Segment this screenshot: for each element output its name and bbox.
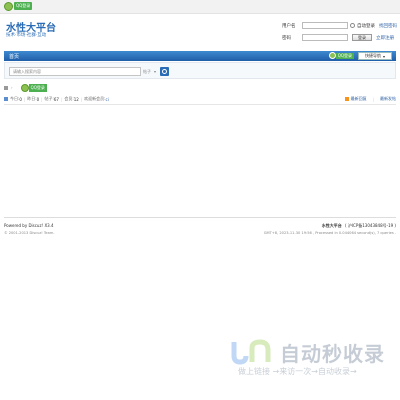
stat-members-label: 会员: [64, 96, 74, 101]
watermark-title: 自动秒收录 [280, 342, 385, 366]
copyright: © 2001-2013 Discuz! Team. [4, 231, 55, 235]
breadcrumb-qq-login-button[interactable]: QQ登录 [20, 83, 47, 92]
chart-icon [4, 97, 8, 101]
site-subtitle: 技术·市场·社群·互动 [6, 33, 47, 38]
top-bar: QQ登录 [0, 0, 400, 14]
search-placeholder: 请输入搜索内容 [13, 68, 41, 74]
latest-post-link[interactable]: 最新发帖 [380, 96, 396, 102]
footer-divider [4, 217, 396, 218]
nav-home[interactable]: 首页 [9, 53, 19, 60]
remember-checkbox[interactable] [350, 23, 355, 28]
qq-icon [20, 83, 29, 92]
username-label: 用户名 [282, 23, 296, 29]
qq-icon [328, 52, 336, 59]
password-label: 密码 [282, 35, 291, 41]
search-type-select[interactable]: 帖子 ▾ [143, 67, 161, 76]
remember-label: 自动登录 [357, 23, 375, 29]
login-form: 用户名 自动登录 找回密码 密码 登录 立即注册 [282, 21, 397, 45]
search-type-label: 帖子 [143, 68, 151, 74]
login-button[interactable]: 登录 [352, 34, 372, 41]
icp-link[interactable]: ( 沪ICP备13043848号-19 ) [345, 223, 396, 228]
main-nav: 首页 QQ登录 快捷导航 ▾ [4, 51, 396, 61]
stat-yesterday-value: 0 [36, 96, 40, 102]
stat-today-value: 0 [19, 96, 22, 102]
qq-icon [4, 1, 13, 11]
stat-newest-member-link[interactable]: ci [106, 97, 109, 102]
latest-reply-link[interactable]: 最新回复 [351, 96, 367, 102]
stat-posts-value: 67 [53, 96, 59, 102]
search-input[interactable]: 请输入搜索内容 [9, 67, 141, 76]
breadcrumb-qq-label: QQ登录 [28, 83, 47, 92]
forum-stats: 今日: 0 | 昨日: 0 | 帖子: 67 | 会员: 12 | 欢迎新会员:… [4, 95, 396, 103]
qq-login-label: QQ登录 [14, 2, 33, 10]
password-input[interactable] [302, 34, 348, 41]
footer-site-info: 水性大平台 ( 沪ICP备13043848号-19 ) [322, 223, 396, 229]
stat-yesterday-label: 昨日: [27, 96, 37, 101]
stat-today-label: 今日: [10, 96, 20, 101]
breadcrumb: › QQ登录 [4, 83, 47, 92]
search-button[interactable] [160, 67, 169, 76]
breadcrumb-separator: › [11, 85, 13, 90]
watermark-slogan: 做上链接 →来访一次→自动收录→ [238, 367, 357, 376]
stats-links: 最新回复 | 最新发帖 [344, 95, 396, 103]
quick-nav-label: 快捷导航 [364, 53, 381, 58]
chevron-down-icon: ▾ [154, 69, 157, 74]
login-row-username: 用户名 自动登录 找回密码 [282, 21, 397, 30]
footer-gmt: GMT+8, 2023-11-30 19:56 , Processed in 0… [263, 231, 396, 235]
nav-qq-login-button[interactable]: QQ登录 [328, 52, 354, 59]
quick-nav-button[interactable]: 快捷导航 ▾ [358, 52, 392, 60]
stat-posts-label: 帖子: [44, 96, 54, 101]
powered-by[interactable]: Powered by Discuz! X3.4 [4, 223, 54, 228]
register-link[interactable]: 立即注册 [376, 35, 394, 41]
username-input[interactable] [302, 22, 348, 29]
stat-newest-label: 欢迎新会员: [84, 96, 106, 101]
divider [4, 104, 396, 105]
stat-members-value: 12 [73, 96, 79, 102]
qq-login-button[interactable]: QQ登录 [4, 1, 33, 11]
rss-icon [344, 97, 349, 101]
forgot-password-link[interactable]: 找回密码 [379, 23, 397, 29]
watermark-logo-icon [231, 339, 271, 365]
nav-qq-label: QQ登录 [335, 52, 354, 59]
footer-site-link[interactable]: 水性大平台 [322, 223, 342, 228]
home-icon[interactable] [4, 85, 8, 90]
login-row-password: 密码 登录 立即注册 [282, 33, 394, 42]
search-bar: 请输入搜索内容 帖子 ▾ [4, 62, 396, 79]
chevron-down-icon: ▾ [382, 53, 385, 59]
